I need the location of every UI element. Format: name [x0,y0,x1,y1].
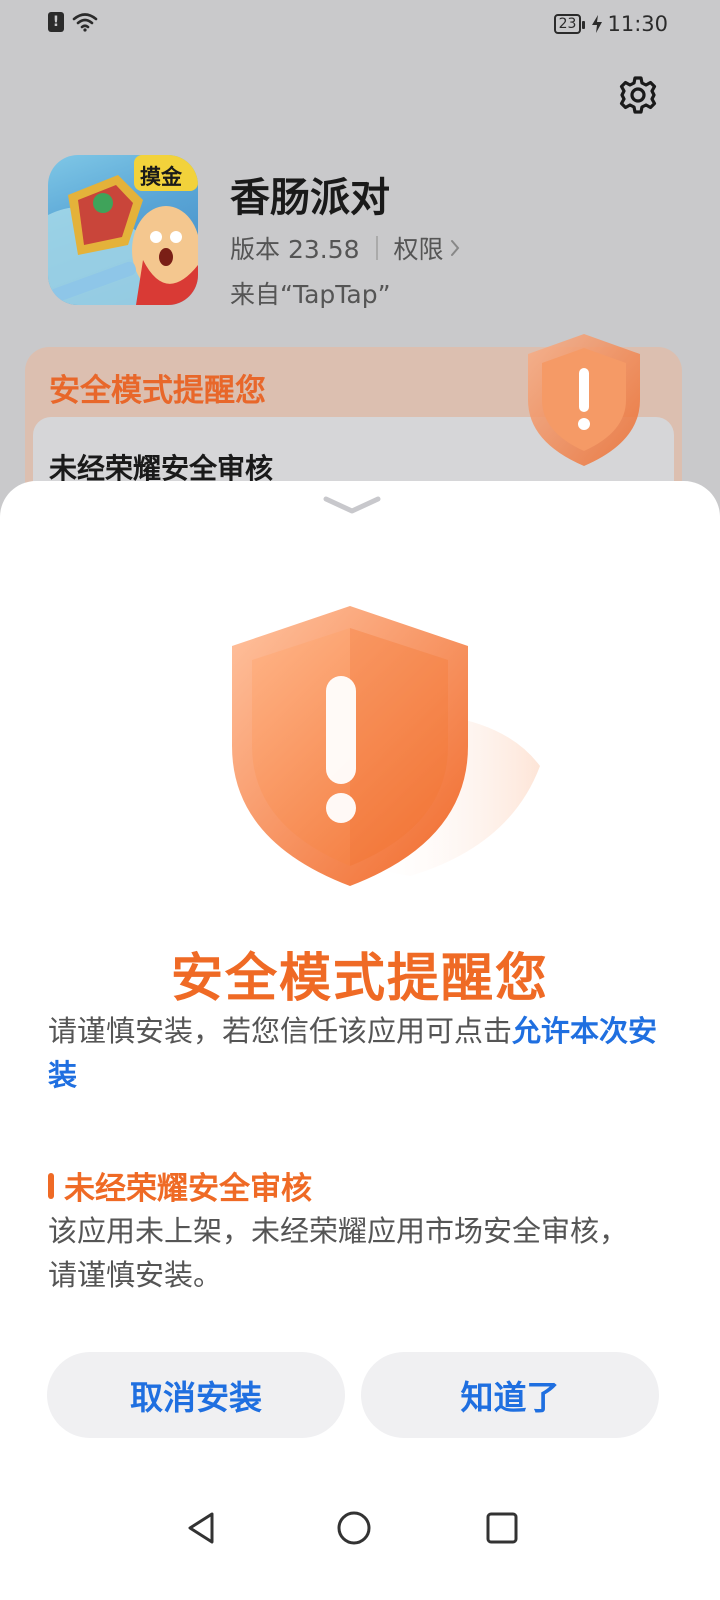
permissions-link[interactable]: 权限 [394,230,460,266]
shield-warning-icon [528,334,640,466]
sheet-title: 安全模式提醒您 [170,949,549,1009]
card-title: 安全模式提醒您 [49,373,266,409]
warning-description: 该应用未上架，未经荣耀应用市场安全审核，请谨慎安装。 [48,1214,629,1292]
status-bar: 23 11:30 [0,0,720,48]
warning-accent-bar [48,1172,54,1199]
clock: 11:30 [607,12,668,36]
warning-title: 未经荣耀安全审核 [64,1171,312,1207]
app-icon: 摸金 [48,155,198,305]
chevron-right-icon [450,240,459,256]
meta-divider [375,236,378,260]
chevron-down-icon[interactable] [320,491,384,517]
status-left [48,12,98,32]
app-source: 来自“TapTap” [230,280,391,309]
navigation-bar [0,1490,720,1570]
app-meta: 版本 23.58 权限 [230,230,460,266]
app-version: 版本 23.58 [230,235,360,264]
app-name: 香肠派对 [230,175,390,221]
sheet-description: 请谨慎安装，若您信任该应用可点击允许本次安装 [48,1009,658,1097]
app-icon-badge: 摸金 [140,165,182,189]
sim-alert-icon [48,12,64,32]
permissions-label: 权限 [393,235,444,264]
wifi-icon [72,13,98,32]
security-bottom-sheet: 安全模式提醒您 请谨慎安装，若您信任该应用可点击允许本次安装 未经荣耀安全审核 … [0,481,720,1600]
got-it-button[interactable]: 知道了 [361,1352,659,1438]
gear-icon [619,76,657,114]
cancel-install-button[interactable]: 取消安装 [47,1352,345,1438]
settings-button[interactable] [618,75,658,115]
warning-heading: 未经荣耀安全审核 [48,1163,312,1208]
battery-icon: 23 [553,14,586,34]
charging-icon [592,15,603,33]
status-right: 23 11:30 [553,12,668,36]
nav-home-icon[interactable] [334,1508,374,1548]
nav-back-icon[interactable] [182,1508,222,1548]
description-text: 请谨慎安装，若您信任该应用可点击 [48,1014,513,1048]
shield-warning-icon [232,606,540,886]
nav-recents-icon[interactable] [482,1508,522,1548]
